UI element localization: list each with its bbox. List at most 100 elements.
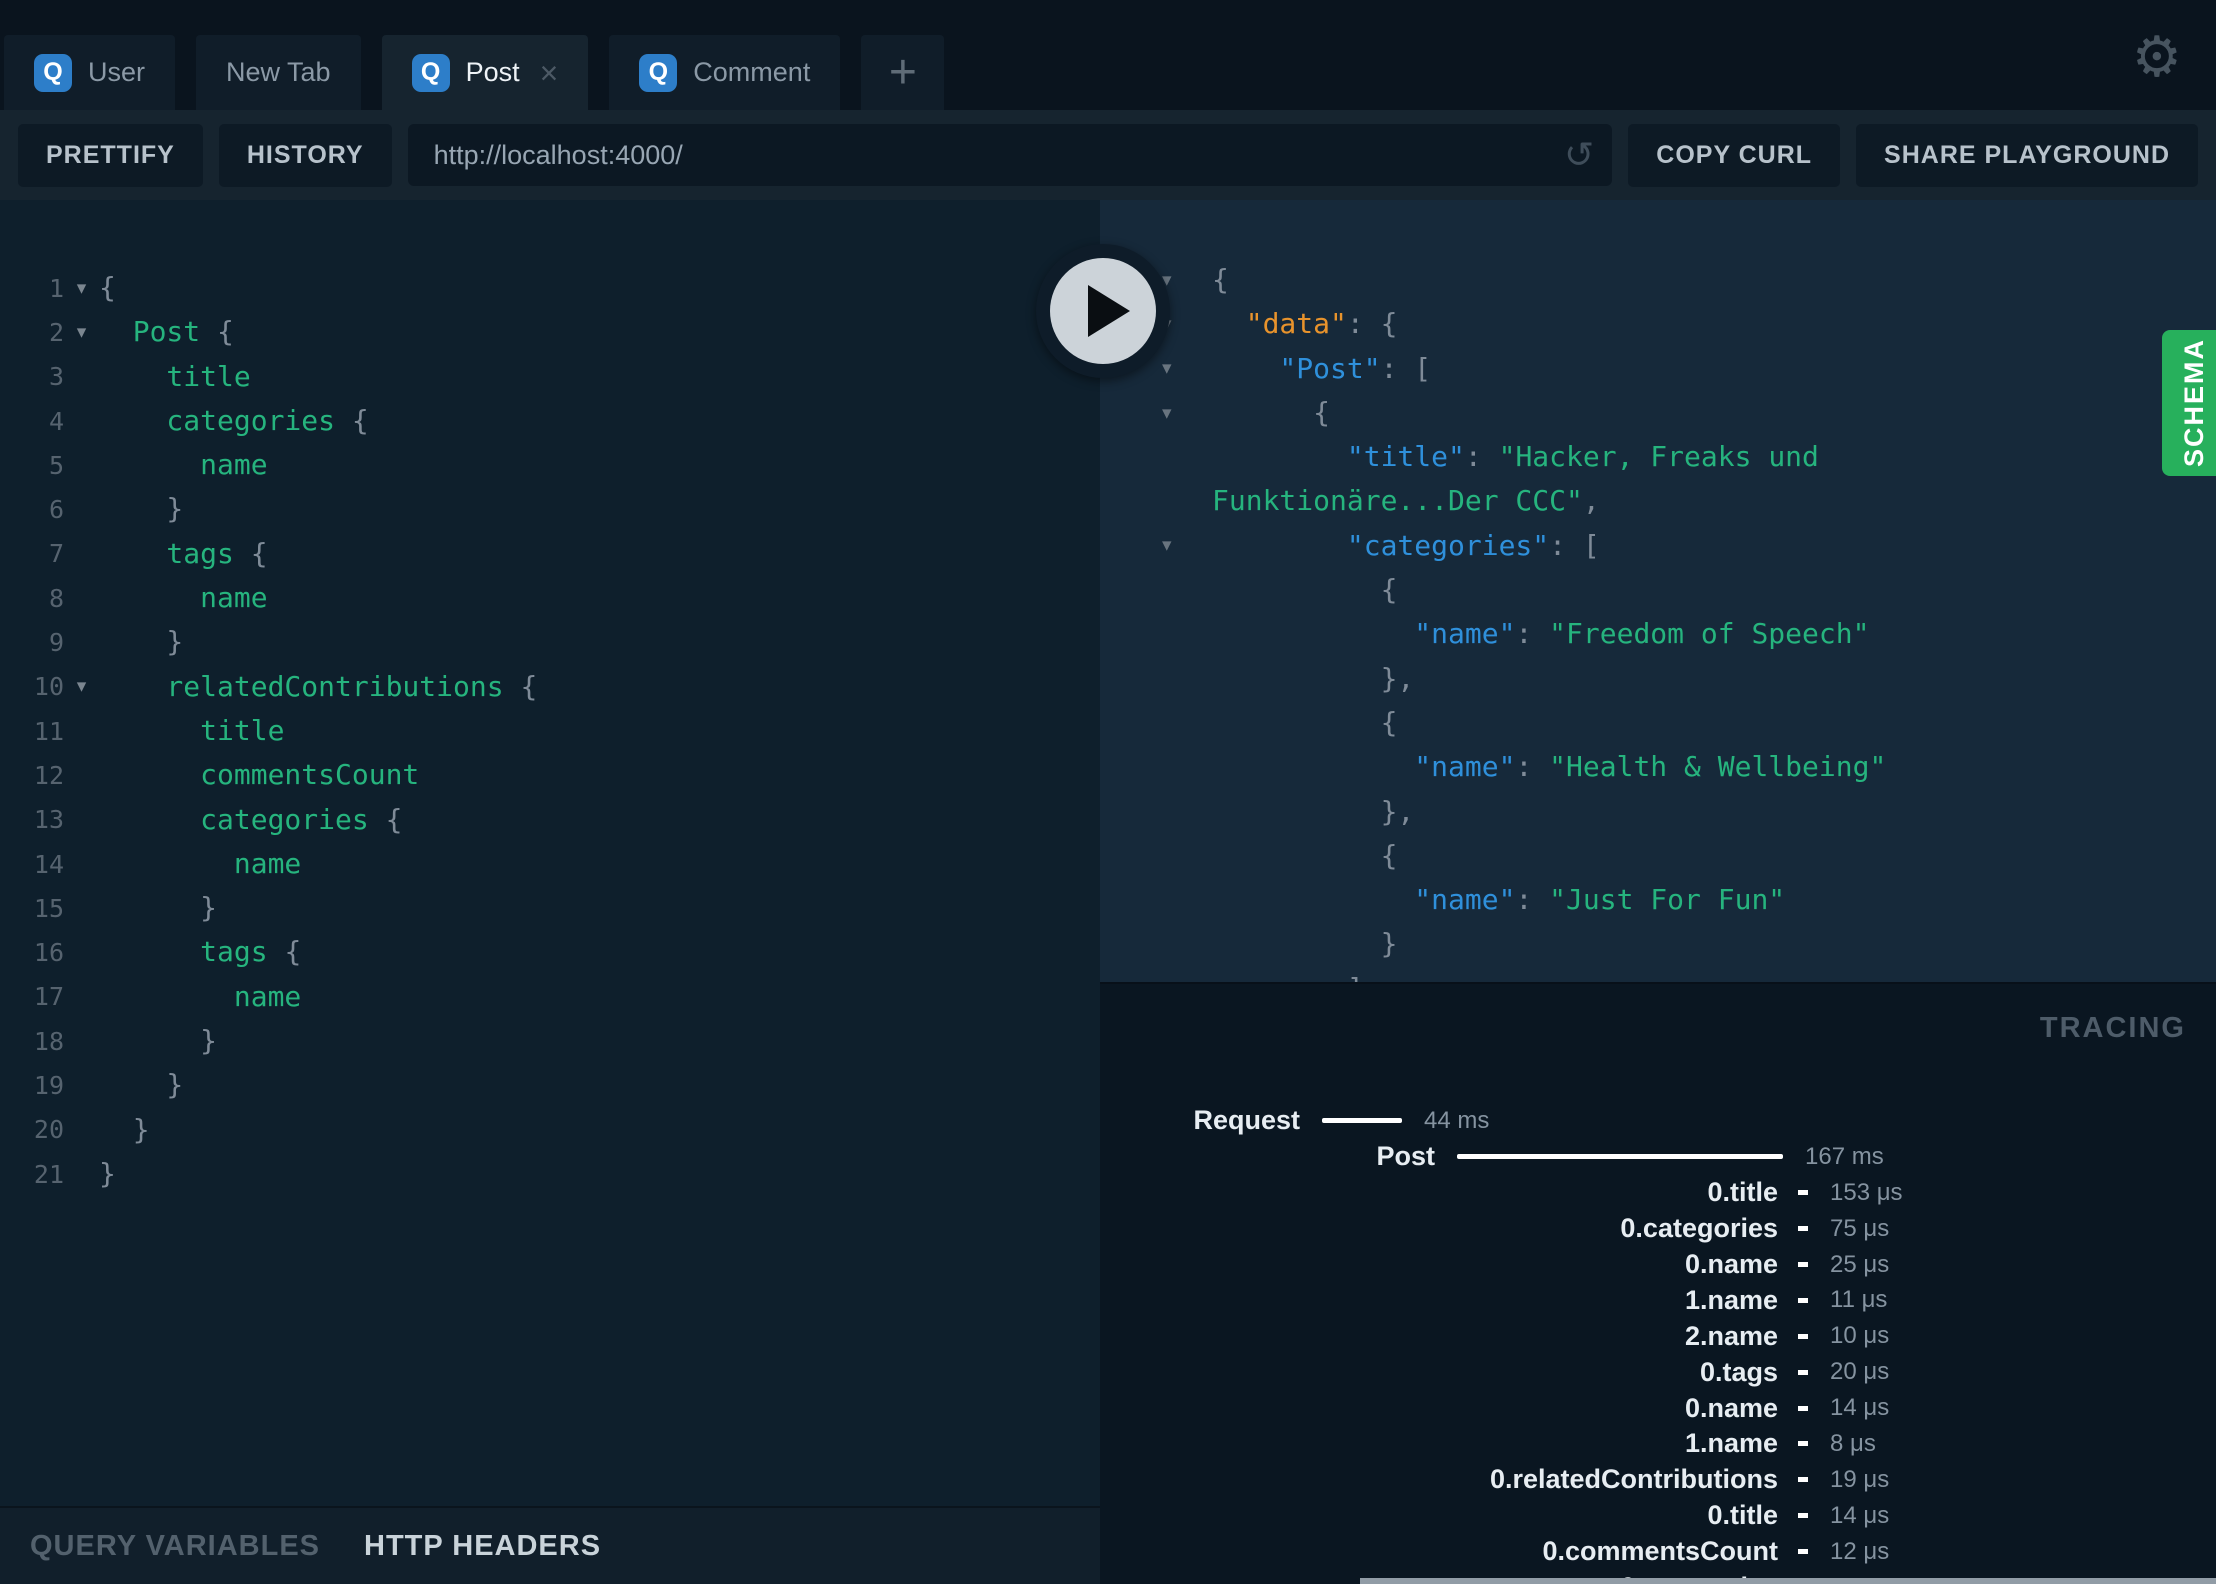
execute-query-button[interactable]	[1036, 244, 1170, 378]
prettify-button[interactable]: PRETTIFY	[18, 123, 203, 187]
tracing-row-duration: 20 μs	[1830, 1358, 1890, 1386]
editor-line: 12 commentsCount	[0, 753, 1100, 797]
code-line-text: },	[1212, 661, 1415, 695]
tracing-duration-bar	[1322, 1118, 1402, 1124]
tracing-row: 0.categories 75 μs	[1100, 1211, 2216, 1247]
response-line: {	[1100, 834, 2216, 878]
code-line-text: }	[99, 492, 184, 526]
code-line-text: tags {	[99, 935, 302, 969]
fold-arrow-icon[interactable]: ▾	[64, 321, 99, 344]
response-line: ▾{	[1100, 258, 2216, 302]
code-line-text: "name": "Freedom of Speech"	[1212, 617, 1870, 651]
query-badge-icon: Q	[411, 53, 450, 92]
tracing-title: TRACING	[2039, 1012, 2186, 1044]
tracing-row-label: Request	[1193, 1105, 1300, 1136]
response-line: ]	[1100, 967, 2216, 982]
response-line: {	[1100, 701, 2216, 745]
endpoint-url-input[interactable]: http://localhost:4000/ ↺	[407, 124, 1613, 186]
result-pane: ▾{▾ "data": {▾ "Post": [▾ { "title": "Ha…	[1100, 200, 2216, 1584]
tracing-rows: Request 44 ms Post 167 ms 0.title 153 μs 0.cat…	[1100, 1103, 2216, 1584]
editor-line: 14 name	[0, 842, 1100, 886]
editor-line: 16 tags {	[0, 930, 1100, 974]
editor-line: 18 }	[0, 1019, 1100, 1063]
response-line: "name": "Health & Wellbeing"	[1100, 745, 2216, 789]
query-variables-tab[interactable]: QUERY VARIABLES	[30, 1530, 320, 1563]
new-tab-button[interactable]: +	[861, 35, 945, 110]
fold-arrow-icon[interactable]: ▾	[1100, 402, 1212, 425]
response-viewer: ▾{▾ "data": {▾ "Post": [▾ { "title": "Ha…	[1100, 200, 2216, 982]
code-line-text: },	[1212, 794, 1415, 828]
line-number: 1	[48, 273, 64, 303]
tracing-row-label: 1.name	[1684, 1428, 1778, 1459]
editor-line: 6 }	[0, 487, 1100, 531]
response-line: ▾ "categories": [	[1100, 524, 2216, 568]
tracing-row: Post 167 ms	[1100, 1139, 2216, 1175]
code-line-text: {	[1212, 395, 1331, 429]
code-line-text: {	[1212, 573, 1398, 607]
tracing-row: 0.tags 20 μs	[1100, 1354, 2216, 1390]
line-number: 6	[48, 495, 64, 525]
schema-side-tab[interactable]: SCHEMA	[2162, 330, 2216, 476]
fold-arrow-icon[interactable]: ▾	[64, 675, 99, 698]
response-line: "title": "Hacker, Freaks und	[1100, 435, 2216, 479]
code-line-text: {	[1212, 263, 1229, 296]
tab-new-tab[interactable]: New Tab	[196, 35, 361, 110]
code-line-text: relatedContributions {	[99, 669, 538, 703]
response-line: ▾ {	[1100, 391, 2216, 435]
query-editor[interactable]: 1 ▾{2 ▾ Post {3 title 4 categories {5 name 6…	[0, 200, 1100, 1506]
horizontal-scrollbar[interactable]	[1360, 1578, 2216, 1584]
reload-schema-icon[interactable]: ↺	[1564, 135, 1594, 176]
tracing-duration-dash	[1798, 1405, 1808, 1411]
code-line-text: "title": "Hacker, Freaks und	[1212, 440, 1819, 474]
close-tab-icon[interactable]: ×	[540, 57, 559, 89]
code-line-text: }	[99, 1112, 150, 1146]
code-line-text: title	[99, 359, 251, 393]
fold-arrow-icon[interactable]: ▾	[64, 277, 99, 300]
tracing-duration-dash	[1798, 1369, 1808, 1375]
tab-post[interactable]: Q Post ×	[381, 35, 589, 110]
http-headers-tab[interactable]: HTTP HEADERS	[364, 1530, 601, 1563]
tracing-row-duration: 10 μs	[1830, 1322, 1890, 1350]
editor-line: 19 }	[0, 1063, 1100, 1107]
code-line-text: }	[99, 625, 184, 659]
tracing-row: 1.name 11 μs	[1100, 1282, 2216, 1318]
query-badge-icon: Q	[639, 53, 678, 92]
tracing-row: 0.commentsCount 12 μs	[1100, 1534, 2216, 1570]
tab-comment[interactable]: Q Comment	[609, 35, 841, 110]
tracing-row-duration: 11 μs	[1830, 1286, 1888, 1314]
copy-curl-button[interactable]: COPY CURL	[1628, 123, 1841, 187]
code-line-text: {	[1212, 705, 1398, 739]
settings-gear-icon[interactable]: ⚙	[2132, 30, 2182, 86]
graphql-playground-window: { "tabs": { "items": [ { "label": "User"…	[0, 0, 2216, 1584]
play-icon	[1088, 285, 1130, 337]
line-number: 5	[48, 450, 64, 480]
tracing-row: 0.title 14 μs	[1100, 1498, 2216, 1534]
response-line: },	[1100, 790, 2216, 834]
tab-list: Q User New Tab Q Post × Q Comment +	[4, 35, 945, 110]
tab-label: Post	[465, 57, 520, 87]
response-line: "name": "Just For Fun"	[1100, 878, 2216, 922]
share-playground-button[interactable]: SHARE PLAYGROUND	[1856, 123, 2198, 187]
fold-arrow-icon[interactable]: ▾	[1100, 534, 1212, 557]
line-number: 3	[48, 362, 64, 392]
editor-line: 13 categories {	[0, 798, 1100, 842]
editor-line: 20 }	[0, 1108, 1100, 1152]
response-line: {	[1100, 568, 2216, 612]
response-line: Funktionäre...Der CCC",	[1100, 479, 2216, 523]
code-line-text: "name": "Just For Fun"	[1212, 883, 1786, 917]
code-line-text: "categories": [	[1212, 528, 1600, 562]
response-line: "name": "Freedom of Speech"	[1100, 612, 2216, 656]
tab-label: New Tab	[226, 57, 331, 87]
tab-label: Comment	[693, 57, 811, 87]
code-line-text: }	[1212, 927, 1398, 961]
tracing-duration-dash	[1798, 1513, 1808, 1519]
tracing-row-label: 0.categories	[1620, 1213, 1778, 1244]
line-number: 18	[33, 1026, 64, 1056]
tab-user[interactable]: Q User	[4, 35, 176, 110]
line-number: 11	[33, 716, 64, 746]
line-number: 14	[33, 849, 64, 879]
line-number: 2	[48, 317, 64, 347]
tracing-panel: TRACING Request 44 ms Post 167 ms 0.title 153…	[1100, 982, 2216, 1584]
history-button[interactable]: HISTORY	[218, 123, 392, 187]
tracing-duration-dash	[1798, 1262, 1808, 1267]
